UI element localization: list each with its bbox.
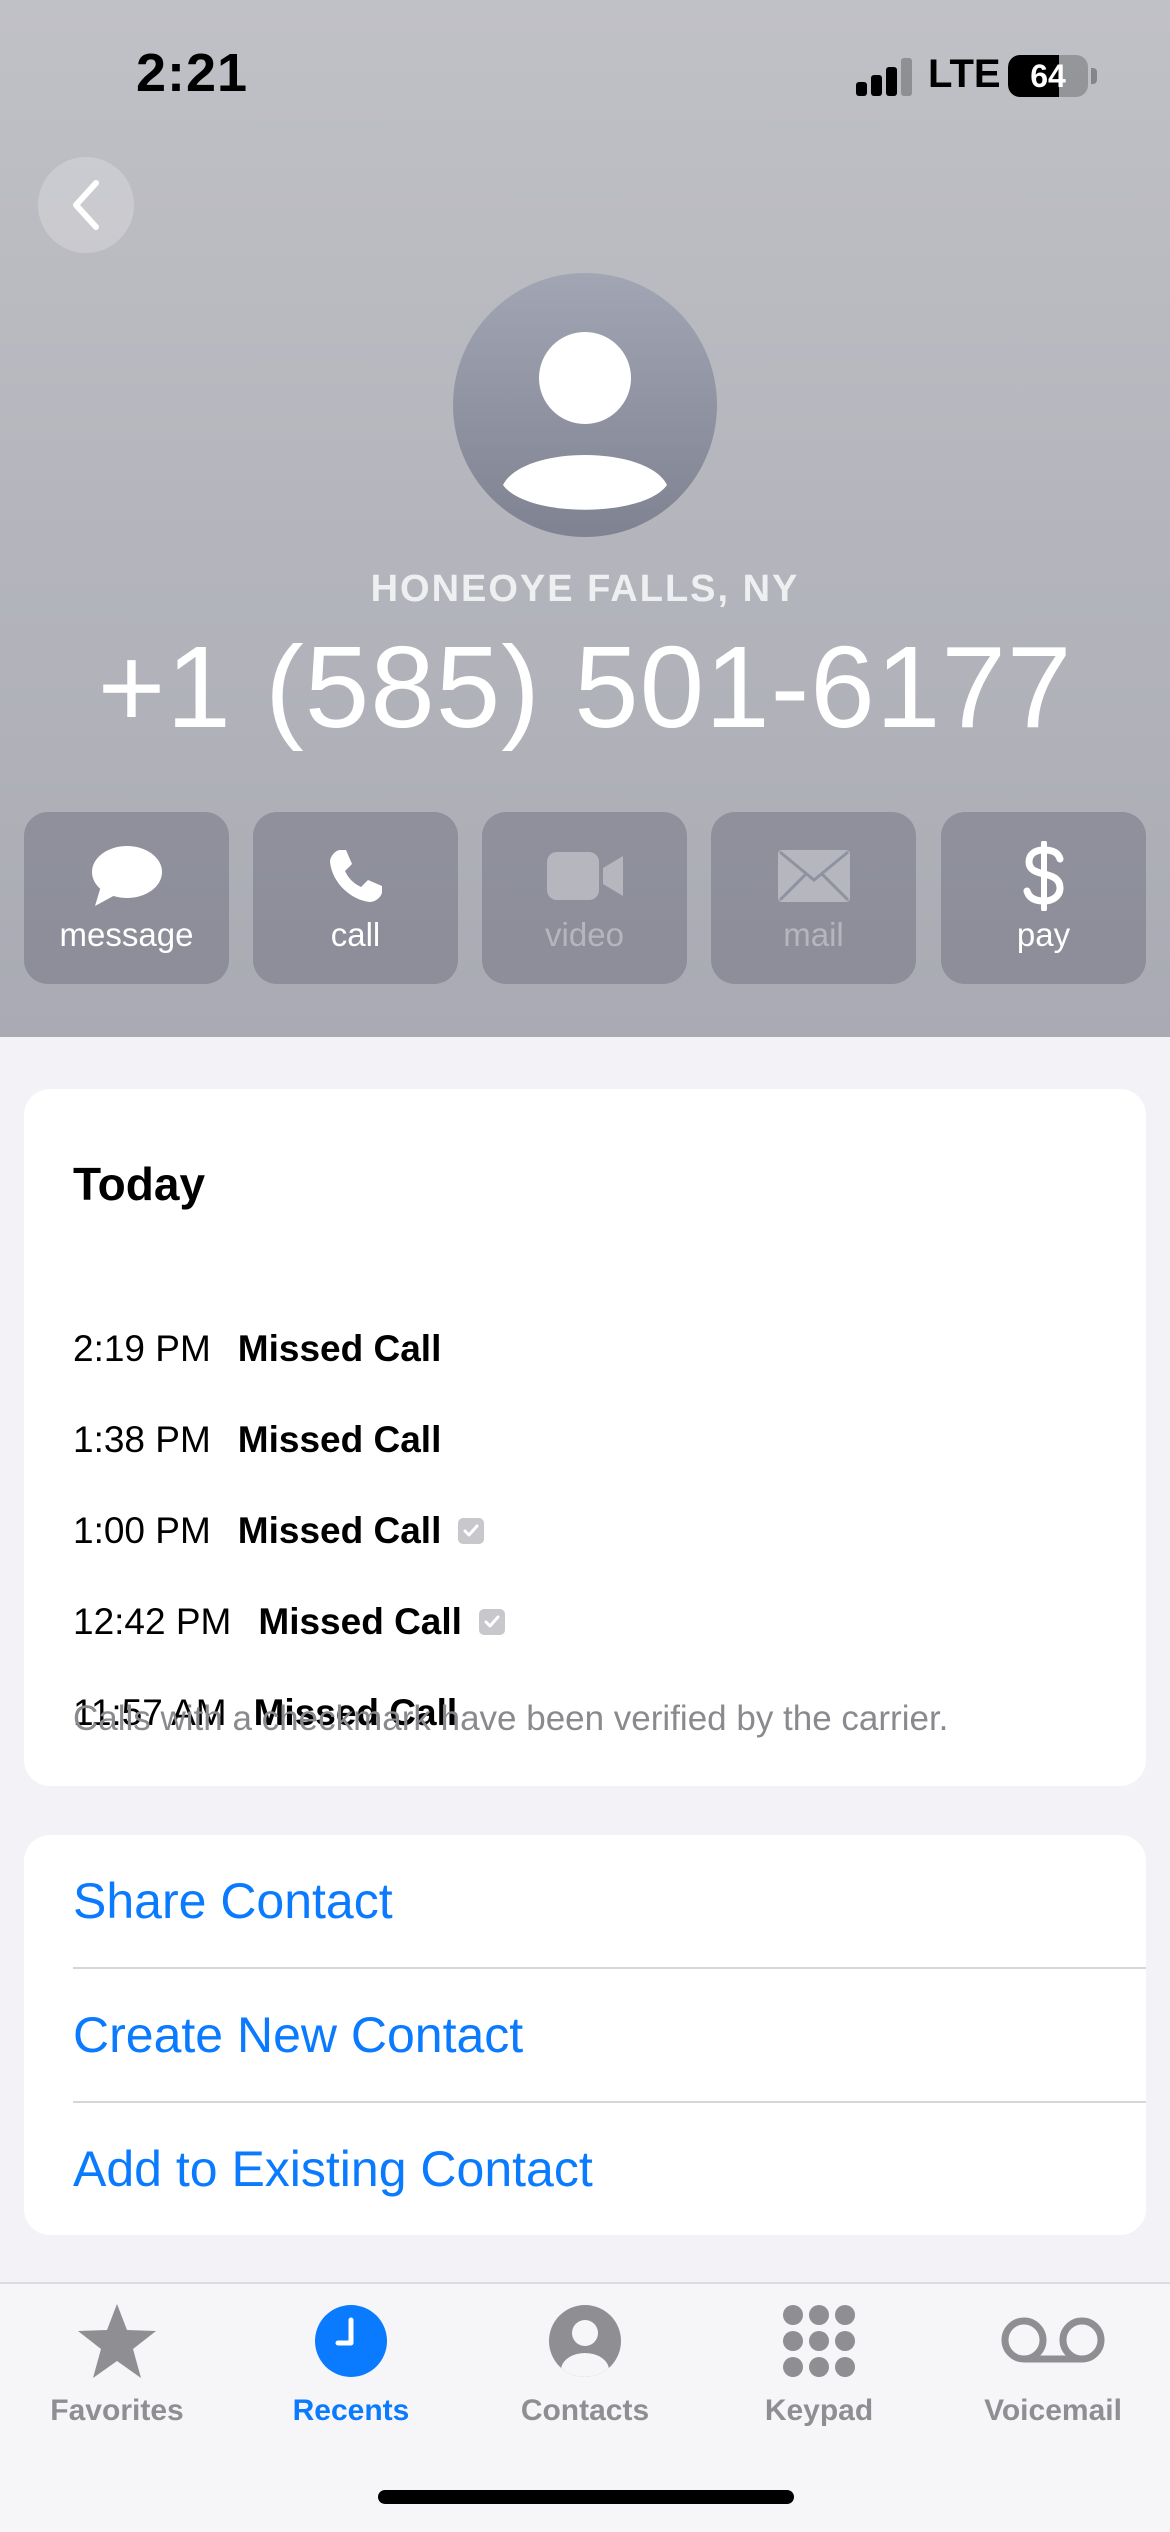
pay-button[interactable]: pay — [941, 812, 1146, 984]
call-type: Missed Call — [258, 1601, 462, 1642]
call-time: 2:19 PM — [73, 1328, 211, 1369]
add-to-existing-contact-button[interactable]: Add to Existing Contact — [73, 2103, 1146, 2235]
contact-header: 2:21 LTE 64 HONEOYE FALLS, NY +1 (585) 5… — [0, 0, 1170, 1037]
tab-voicemail[interactable]: Voicemail — [936, 2284, 1170, 2434]
network-type: LTE — [928, 52, 1001, 96]
video-label: video — [545, 916, 624, 953]
verified-check-icon — [478, 1609, 505, 1635]
mail-button[interactable]: mail — [711, 812, 916, 984]
tab-favorites[interactable]: Favorites — [0, 2284, 234, 2434]
contact-actions-card: Share Contact Create New Contact Add to … — [24, 1835, 1146, 2235]
call-type: Missed Call — [237, 1419, 442, 1460]
person-placeholder-icon — [503, 332, 667, 510]
create-new-contact-button[interactable]: Create New Contact — [73, 1969, 1146, 2101]
dollar-icon — [1023, 841, 1064, 911]
call-history-card: Today 2:19 PM Missed Call 1:38 PM Missed… — [24, 1089, 1146, 1786]
video-button[interactable]: video — [482, 812, 687, 984]
home-indicator[interactable] — [378, 2490, 794, 2504]
call-button[interactable]: call — [253, 812, 458, 984]
clock-icon — [315, 2305, 387, 2377]
message-button[interactable]: message — [24, 812, 229, 984]
chevron-left-icon — [73, 180, 99, 230]
envelope-icon — [777, 850, 850, 902]
cellular-signal-icon — [856, 58, 914, 96]
message-bubble-icon — [91, 846, 162, 906]
tab-contacts[interactable]: Contacts — [468, 2284, 702, 2434]
status-bar: 2:21 LTE 64 — [0, 0, 1170, 150]
mail-label: mail — [783, 916, 844, 953]
phone-icon — [329, 850, 382, 902]
message-label: message — [59, 916, 194, 953]
caller-location: HONEOYE FALLS, NY — [370, 568, 800, 610]
battery-tip — [1091, 68, 1097, 84]
tab-keypad[interactable]: Keypad — [702, 2284, 936, 2434]
star-icon — [78, 2304, 156, 2378]
call-label: call — [330, 916, 381, 953]
share-contact-button[interactable]: Share Contact — [73, 1835, 1146, 1967]
verified-check-icon — [458, 1518, 485, 1544]
call-history-row: 1:38 PM Missed Call — [73, 1415, 441, 1465]
battery-icon: 64 — [1008, 55, 1088, 97]
tab-label: Recents — [292, 2394, 410, 2427]
quick-actions: message call video mail pay — [24, 812, 1146, 984]
call-time: 1:38 PM — [73, 1419, 211, 1460]
tab-label: Favorites — [50, 2394, 184, 2427]
status-time: 2:21 — [136, 43, 249, 103]
call-history-row: 1:00 PM Missed Call — [73, 1506, 485, 1556]
battery-level: 64 — [1030, 57, 1066, 94]
call-type: Missed Call — [237, 1328, 442, 1369]
keypad-icon — [783, 2305, 855, 2377]
avatar — [453, 273, 717, 537]
phone-number: +1 (585) 501-6177 — [97, 622, 1073, 752]
call-history-row: 12:42 PM Missed Call — [73, 1597, 505, 1647]
pay-label: pay — [1016, 916, 1071, 953]
history-heading: Today — [73, 1158, 206, 1210]
call-time: 12:42 PM — [73, 1601, 232, 1642]
tab-label: Contacts — [520, 2394, 650, 2427]
back-button[interactable] — [38, 157, 134, 253]
voicemail-icon — [1001, 2317, 1105, 2363]
tab-label: Voicemail — [984, 2394, 1122, 2427]
video-camera-icon — [546, 852, 623, 900]
person-circle-icon — [549, 2305, 621, 2377]
call-type: Missed Call — [237, 1510, 442, 1551]
verification-note: Calls with a checkmark have been verifie… — [73, 1699, 949, 1738]
call-time: 1:00 PM — [73, 1510, 211, 1551]
call-history-row: 2:19 PM Missed Call — [73, 1324, 441, 1374]
tab-label: Keypad — [764, 2394, 874, 2427]
tab-recents[interactable]: Recents — [234, 2284, 468, 2434]
